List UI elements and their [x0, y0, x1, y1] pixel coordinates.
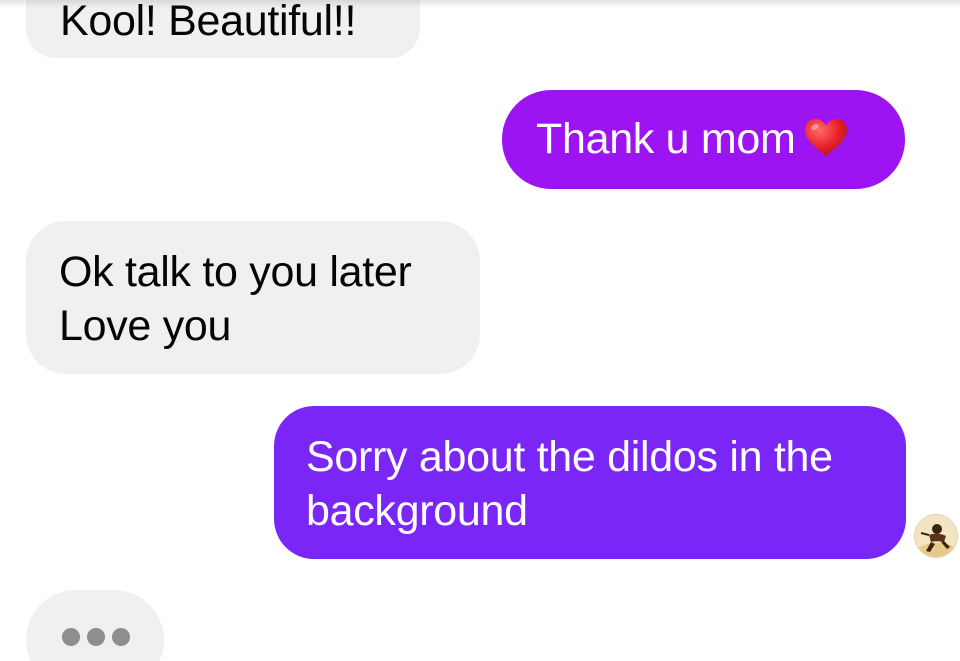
- message-text-line: Ok talk to you later: [59, 248, 412, 296]
- chat-thread: Kool! Beautiful!! Thank u mom Ok talk to…: [0, 0, 960, 661]
- red-heart-icon: [804, 118, 848, 158]
- typing-dots-icon: [87, 628, 105, 646]
- typing-dots-icon: [112, 628, 130, 646]
- message-bubble-outgoing[interactable]: Sorry about the dildos in the background: [274, 406, 906, 559]
- message-text: Thank u mom: [536, 115, 796, 163]
- message-bubble-outgoing[interactable]: Thank u mom: [502, 90, 905, 189]
- message-text-line: Love you: [59, 302, 232, 350]
- message-bubble-incoming[interactable]: Kool! Beautiful!!: [26, 0, 420, 58]
- header-shadow: [0, 0, 960, 8]
- typing-dots-icon: [62, 628, 80, 646]
- message-text-line: background: [306, 487, 528, 535]
- message-bubble-incoming[interactable]: Ok talk to you later Love you: [26, 221, 480, 374]
- typing-indicator: [26, 590, 164, 661]
- read-receipt-avatar[interactable]: [914, 514, 958, 558]
- message-text-line: Sorry about the dildos in the: [306, 433, 833, 481]
